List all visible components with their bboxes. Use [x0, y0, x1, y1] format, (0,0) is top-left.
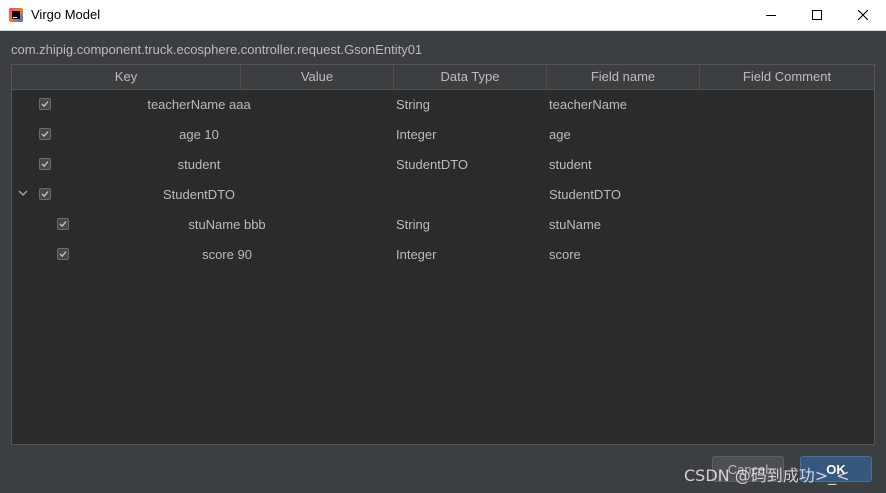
row-field-name[interactable]: stuName — [549, 210, 601, 240]
row-data-type[interactable]: StudentDTO — [396, 150, 468, 180]
row-checkbox[interactable] — [39, 158, 51, 170]
row-key[interactable]: teacherName aaa — [104, 90, 294, 120]
row-key[interactable]: score 90 — [132, 240, 322, 270]
minimize-icon — [766, 15, 776, 16]
row-field-name[interactable]: age — [549, 120, 571, 150]
checkmark-icon — [59, 251, 67, 258]
checkmark-icon — [41, 101, 49, 108]
table-row[interactable]: stuName bbb String stuName — [12, 210, 874, 240]
row-field-name[interactable]: score — [549, 240, 581, 270]
class-path-label: com.zhipig.component.truck.ecosphere.con… — [11, 42, 423, 57]
row-key[interactable]: StudentDTO — [104, 180, 294, 210]
table-row[interactable]: student StudentDTO student — [12, 150, 874, 180]
row-data-type[interactable]: String — [396, 210, 430, 240]
column-header-field-name[interactable]: Field name — [547, 65, 700, 89]
close-button[interactable] — [840, 0, 886, 31]
row-checkbox[interactable] — [57, 218, 69, 230]
column-header-key[interactable]: Key — [12, 65, 241, 89]
column-header-data-type[interactable]: Data Type — [394, 65, 547, 89]
table-row[interactable]: score 90 Integer score — [12, 240, 874, 270]
row-field-name[interactable]: student — [549, 150, 592, 180]
close-icon — [858, 10, 868, 20]
model-table: Key Value Data Type Field name Field Com… — [11, 64, 875, 445]
checkmark-icon — [41, 161, 49, 168]
checkmark-icon — [41, 131, 49, 138]
watermark: CSDN @码到成功>_< — [684, 466, 850, 485]
row-checkbox[interactable] — [57, 248, 69, 260]
row-key[interactable]: student — [104, 150, 294, 180]
column-header-field-comment[interactable]: Field Comment — [700, 65, 874, 89]
row-field-name[interactable]: teacherName — [549, 90, 627, 120]
table-row[interactable]: teacherName aaa String teacherName — [12, 90, 874, 120]
row-checkbox[interactable] — [39, 98, 51, 110]
maximize-icon — [812, 10, 822, 20]
minimize-button[interactable] — [748, 0, 794, 31]
chevron-down-icon[interactable] — [18, 189, 28, 197]
intellij-idea-icon — [9, 8, 23, 22]
row-key[interactable]: stuName bbb — [132, 210, 322, 240]
row-data-type[interactable]: String — [396, 90, 430, 120]
row-checkbox[interactable] — [39, 188, 51, 200]
table-row[interactable]: age 10 Integer age — [12, 120, 874, 150]
row-data-type[interactable]: Integer — [396, 240, 436, 270]
window-title: Virgo Model — [31, 7, 101, 22]
title-bar: Virgo Model — [0, 0, 886, 31]
checkmark-icon — [41, 191, 49, 198]
checkmark-icon — [59, 221, 67, 228]
row-key[interactable]: age 10 — [104, 120, 294, 150]
row-data-type[interactable]: Integer — [396, 120, 436, 150]
table-row[interactable]: StudentDTO StudentDTO — [12, 180, 874, 210]
row-checkbox[interactable] — [39, 128, 51, 140]
table-header: Key Value Data Type Field name Field Com… — [12, 65, 874, 90]
row-field-name[interactable]: StudentDTO — [549, 180, 621, 210]
column-header-value[interactable]: Value — [241, 65, 394, 89]
maximize-button[interactable] — [794, 0, 840, 31]
